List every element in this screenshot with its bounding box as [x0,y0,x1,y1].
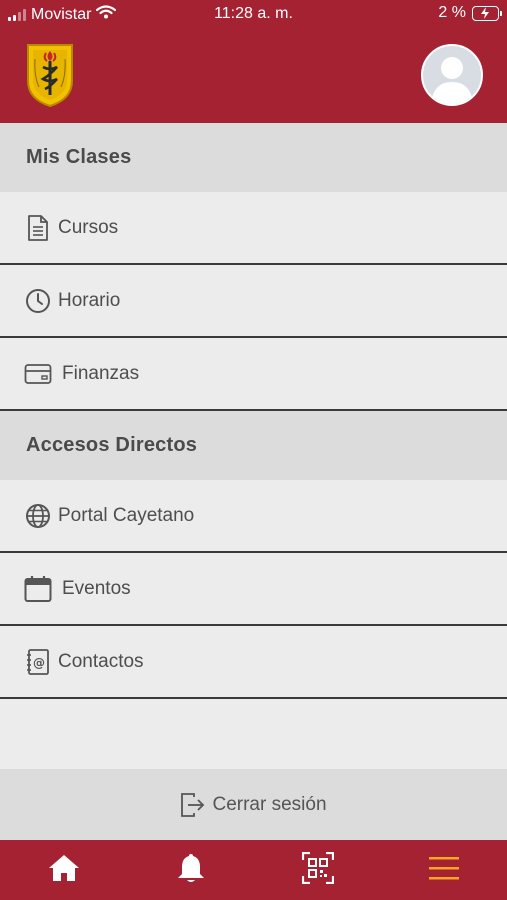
logout-button[interactable]: Cerrar sesión [0,769,507,840]
university-logo [25,41,75,108]
hamburger-menu-icon [429,857,459,880]
credit-card-icon [24,360,52,388]
qr-code-icon [302,852,334,884]
tab-home[interactable] [44,850,84,886]
tab-notifications[interactable] [171,850,211,886]
menu-item-label: Cursos [58,216,119,238]
calendar-icon [24,575,52,603]
menu-item-label: Contactos [58,650,144,672]
section-mis-clases: Mis Clases [0,123,507,192]
globe-icon [24,502,52,530]
document-icon [24,214,52,242]
menu-item-label: Horario [58,289,121,311]
bell-icon [178,854,204,882]
menu-item-cursos[interactable]: Cursos [0,192,507,265]
clock-icon [24,287,52,315]
user-silhouette-icon [431,57,473,104]
home-icon [49,855,79,881]
logout-label: Cerrar sesión [212,793,327,815]
menu-item-label: Eventos [62,577,131,599]
address-book-icon: @ [24,648,52,676]
menu-item-contactos[interactable]: @ Contactos [0,626,507,699]
svg-text:@: @ [33,656,45,670]
user-avatar[interactable] [421,44,483,106]
menu-item-finanzas[interactable]: Finanzas [0,338,507,411]
tab-qr-scanner[interactable] [298,850,338,886]
section-accesos-directos: Accesos Directos [0,411,507,480]
menu-item-eventos[interactable]: Eventos [0,553,507,626]
tab-menu[interactable] [424,850,464,886]
menu-item-label: Portal Cayetano [58,504,195,526]
status-bar: Movistar 11:28 a. m. 2 % [0,0,507,30]
menu-item-horario[interactable]: Horario [0,265,507,338]
side-menu: Mis Clases Cursos Horario Finanzas Acces… [0,123,507,699]
battery-percent: 2 % [438,4,466,21]
battery-icon [472,5,502,21]
bottom-tab-bar [0,840,507,900]
status-time: 11:28 a. m. [214,5,293,22]
app-header: Movistar 11:28 a. m. 2 % [0,0,507,123]
menu-item-portal-cayetano[interactable]: Portal Cayetano [0,480,507,553]
menu-item-label: Finanzas [62,362,140,384]
logout-icon [180,792,206,818]
